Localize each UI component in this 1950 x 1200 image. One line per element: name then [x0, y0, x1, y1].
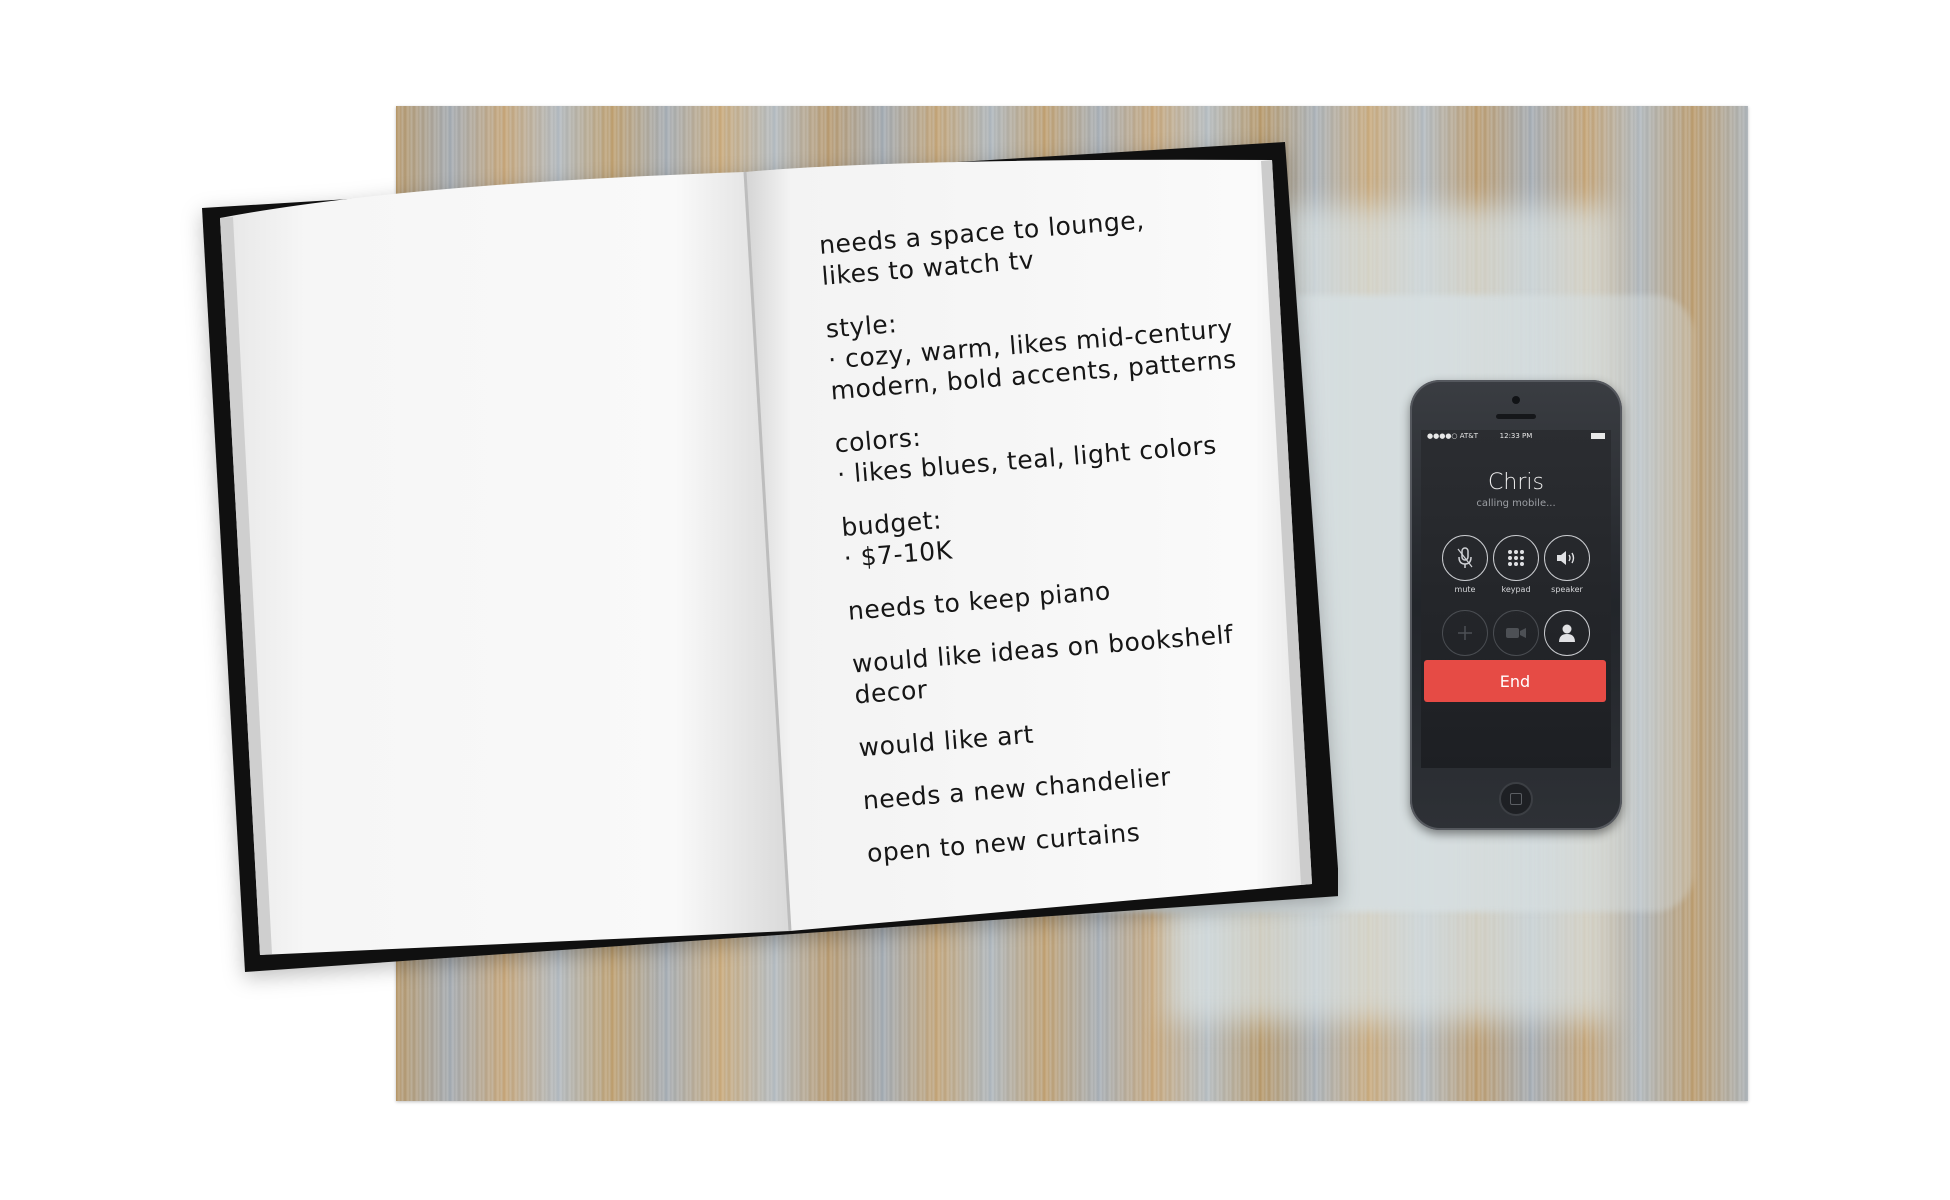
speaker-button[interactable]	[1544, 535, 1590, 581]
video-icon	[1506, 628, 1526, 638]
status-bar: ●●●●○ AT&T 12:33 PM	[1421, 430, 1611, 442]
note-block: budget: · $7-10K	[840, 478, 1274, 574]
add-call-button[interactable]	[1442, 610, 1488, 656]
facetime-button[interactable]	[1493, 610, 1539, 656]
keypad-icon	[1508, 550, 1524, 566]
speaker-label: speaker	[1551, 585, 1583, 594]
note-block: colors: · likes blues, teal, light color…	[834, 395, 1268, 491]
contact-icon	[1559, 624, 1575, 642]
note-block: open to new curtains	[866, 804, 1297, 869]
left-page	[220, 172, 790, 955]
home-square-icon	[1510, 793, 1522, 805]
smartphone: ●●●●○ AT&T 12:33 PM Chris calling mobile…	[1410, 380, 1622, 830]
handwritten-notes: needs a space to lounge, likes to watch …	[818, 196, 1299, 891]
note-line: needs a new chandelier	[861, 762, 1172, 816]
speaker-icon	[1557, 551, 1575, 565]
note-block: would like art	[858, 699, 1289, 764]
caller-name: Chris	[1488, 470, 1544, 495]
microphone-icon	[1457, 547, 1473, 568]
note-line: needs to keep piano	[846, 576, 1112, 626]
plus-icon	[1458, 626, 1472, 640]
status-time: 12:33 PM	[1499, 432, 1533, 440]
note-block: would like ideas on bookshelf decor	[851, 615, 1285, 711]
note-line: would like art	[857, 719, 1035, 763]
note-block: needs to keep piano	[847, 562, 1278, 627]
contacts-button[interactable]	[1544, 610, 1590, 656]
mute-button[interactable]	[1442, 535, 1488, 581]
earpiece	[1496, 414, 1536, 419]
end-call-button[interactable]: End	[1424, 660, 1606, 702]
battery-icon	[1591, 433, 1605, 439]
note-line: open to new curtains	[865, 817, 1142, 869]
note-block: style: · cozy, warm, likes mid-century m…	[825, 280, 1261, 406]
phone-screen: ●●●●○ AT&T 12:33 PM Chris calling mobile…	[1421, 430, 1611, 768]
home-button[interactable]	[1499, 782, 1533, 816]
camera-icon	[1512, 396, 1520, 404]
call-status: calling mobile...	[1476, 498, 1556, 509]
note-block: needs a new chandelier	[862, 752, 1293, 817]
keypad-button[interactable]	[1493, 535, 1539, 581]
